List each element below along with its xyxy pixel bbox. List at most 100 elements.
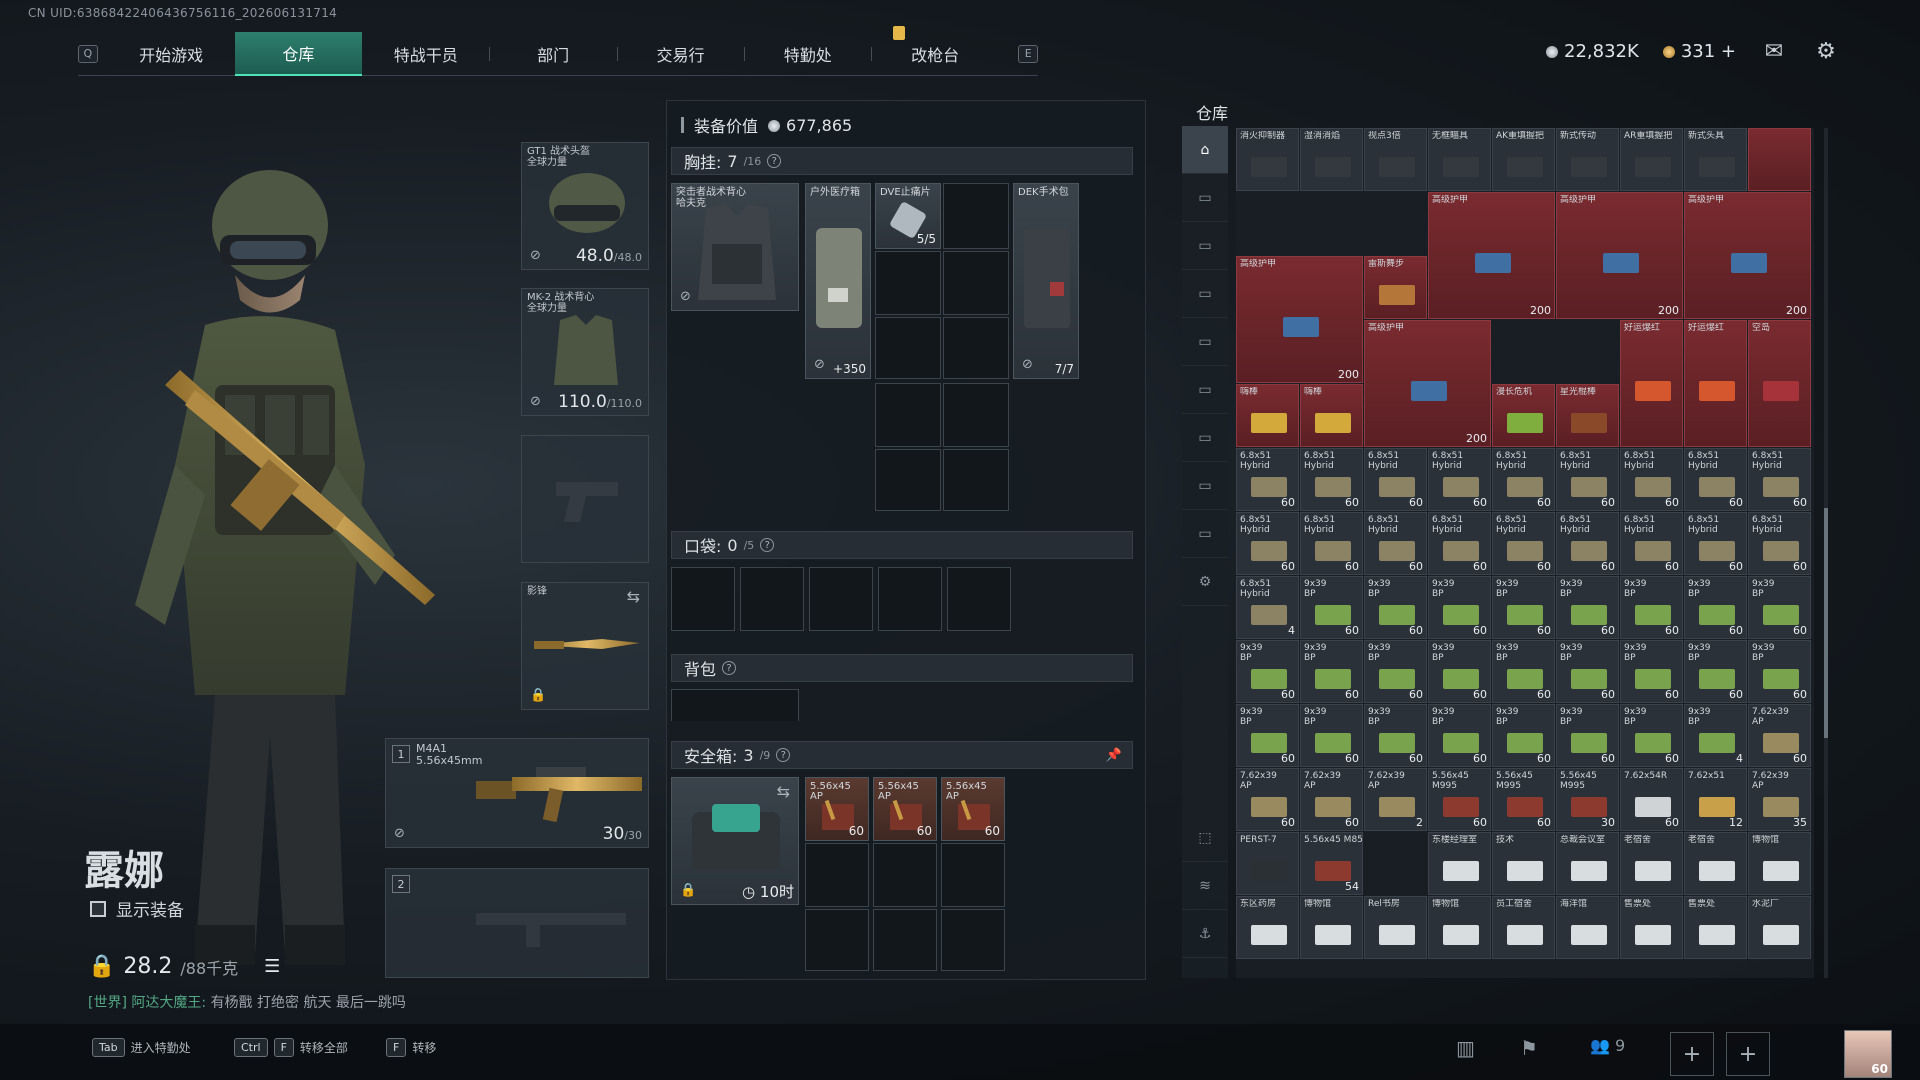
- warehouse-item[interactable]: 9x39 BP 60: [1492, 576, 1555, 639]
- medkit-item[interactable]: 户外医疗箱 ⊘ +350: [805, 183, 871, 379]
- warehouse-item[interactable]: AR重填握把: [1620, 128, 1683, 191]
- warehouse-tab-1[interactable]: ▭: [1182, 174, 1228, 222]
- warehouse-item[interactable]: 9x39 BP 60: [1556, 576, 1619, 639]
- warehouse-item[interactable]: 9x39 BP 60: [1300, 704, 1363, 767]
- tab-trading[interactable]: 交易行: [616, 32, 744, 76]
- hint-transfer[interactable]: F 转移: [386, 1038, 436, 1057]
- warehouse-item[interactable]: 视点3倍: [1364, 128, 1427, 191]
- chest-cell[interactable]: [943, 183, 1009, 249]
- warehouse-item[interactable]: 9x39 BP 60: [1556, 640, 1619, 703]
- ammo-item[interactable]: 5.56x45 AP 60: [941, 777, 1005, 841]
- warehouse-item[interactable]: 6.8x51 Hybrid 4: [1236, 576, 1299, 639]
- warehouse-item[interactable]: 6.8x51 Hybrid 60: [1364, 448, 1427, 511]
- helmet-slot[interactable]: GT1 战术头盔 全球力量 ⊘ 48.0/48.0: [521, 142, 649, 270]
- warehouse-tab-5[interactable]: ▭: [1182, 366, 1228, 414]
- help-icon[interactable]: ?: [776, 748, 791, 762]
- warehouse-item[interactable]: 新式头具: [1684, 128, 1747, 191]
- tab-department[interactable]: 部门: [489, 32, 616, 76]
- warehouse-item[interactable]: 老宿舍: [1620, 832, 1683, 895]
- warehouse-item[interactable]: 9x39 BP 60: [1620, 576, 1683, 639]
- pocket-cell[interactable]: [947, 567, 1011, 631]
- warehouse-item[interactable]: 9x39 BP 60: [1428, 704, 1491, 767]
- warehouse-item[interactable]: 7.62x39 AP 60: [1300, 768, 1363, 831]
- add-party-slot-1[interactable]: +: [1670, 1032, 1714, 1076]
- warehouse-item[interactable]: 6.8x51 Hybrid 60: [1428, 448, 1491, 511]
- chest-cell[interactable]: [943, 317, 1009, 379]
- warehouse-item[interactable]: 嗨棒: [1300, 384, 1363, 447]
- show-gear-toggle[interactable]: 显示装备: [90, 896, 184, 921]
- warehouse-item[interactable]: 9x39 BP 60: [1556, 704, 1619, 767]
- warehouse-item[interactable]: 5.56x45 M855A1 54: [1300, 832, 1363, 895]
- chest-cell[interactable]: [875, 317, 941, 379]
- warehouse-item[interactable]: 好运爆红: [1684, 320, 1747, 447]
- armor-slot[interactable]: MK-2 战术背心 全球力量 ⊘ 110.0/110.0: [521, 288, 649, 416]
- warehouse-item[interactable]: 博物馆: [1428, 896, 1491, 959]
- list-icon[interactable]: ☰: [264, 956, 280, 977]
- warehouse-item[interactable]: 高级护甲 200: [1236, 256, 1363, 383]
- warehouse-item[interactable]: 售票处: [1684, 896, 1747, 959]
- warehouse-item[interactable]: 老宿舍: [1684, 832, 1747, 895]
- warehouse-item[interactable]: 9x39 BP 60: [1684, 576, 1747, 639]
- warehouse-item[interactable]: 东区药房: [1236, 896, 1299, 959]
- chest-rig-item[interactable]: 突击者战术背心 哈夫克 ⊘: [671, 183, 799, 311]
- warehouse-item[interactable]: 6.8x51 Hybrid 60: [1620, 448, 1683, 511]
- warehouse-item[interactable]: 6.8x51 Hybrid 60: [1364, 512, 1427, 575]
- warehouse-item[interactable]: 星光棍棒: [1556, 384, 1619, 447]
- hint-enter-special-ops[interactable]: Tab 进入特勤处: [92, 1038, 191, 1057]
- warehouse-item[interactable]: AK重填握把: [1492, 128, 1555, 191]
- warehouse-item[interactable]: 9x39 BP 4: [1684, 704, 1747, 767]
- tab-gunsmith[interactable]: 改枪台: [871, 32, 998, 76]
- warehouse-item[interactable]: 9x39 BP 60: [1300, 576, 1363, 639]
- chest-cell[interactable]: [943, 251, 1009, 315]
- warehouse-item[interactable]: 漫长危机: [1492, 384, 1555, 447]
- warehouse-item[interactable]: 湿消消焰: [1300, 128, 1363, 191]
- warehouse-item[interactable]: 9x39 BP 60: [1428, 576, 1491, 639]
- warehouse-item[interactable]: 博物馆: [1300, 896, 1363, 959]
- warehouse-item[interactable]: 5.56x45 M995 30: [1556, 768, 1619, 831]
- pistol-slot[interactable]: [521, 435, 649, 563]
- backpack-slot[interactable]: [671, 689, 799, 721]
- warehouse-item[interactable]: 6.8x51 Hybrid 60: [1428, 512, 1491, 575]
- warehouse-item[interactable]: 6.8x51 Hybrid 60: [1684, 448, 1747, 511]
- warehouse-item[interactable]: 7.62x39 AP 35: [1748, 768, 1811, 831]
- warehouse-tab-4[interactable]: ▭: [1182, 318, 1228, 366]
- warehouse-item[interactable]: 总裁会议室: [1556, 832, 1619, 895]
- warehouse-item[interactable]: 6.8x51 Hybrid 60: [1620, 512, 1683, 575]
- warehouse-item[interactable]: 9x39 BP 60: [1428, 640, 1491, 703]
- warehouse-item[interactable]: 消火抑制器: [1236, 128, 1299, 191]
- pin-icon[interactable]: 📌: [1106, 748, 1122, 763]
- safe-cell[interactable]: [873, 843, 937, 907]
- swap-icon[interactable]: ⇆: [627, 587, 640, 606]
- warehouse-item[interactable]: 9x39 BP 60: [1364, 704, 1427, 767]
- warehouse-item[interactable]: 6.8x51 Hybrid 60: [1300, 512, 1363, 575]
- help-icon[interactable]: ?: [722, 661, 737, 675]
- pocket-cell[interactable]: [671, 567, 735, 631]
- tab-operators[interactable]: 特战干员: [362, 32, 489, 76]
- anchor-icon[interactable]: ⚓: [1182, 910, 1228, 958]
- warehouse-item[interactable]: 高级护甲 200: [1364, 320, 1491, 447]
- warehouse-item[interactable]: 高级护甲 200: [1684, 192, 1811, 319]
- warehouse-item[interactable]: 6.8x51 Hybrid 60: [1684, 512, 1747, 575]
- warehouse-item[interactable]: 5.56x45 M995 60: [1492, 768, 1555, 831]
- warehouse-item[interactable]: 9x39 BP 60: [1620, 640, 1683, 703]
- pocket-cell[interactable]: [878, 567, 942, 631]
- warehouse-item[interactable]: 9x39 BP 60: [1684, 640, 1747, 703]
- help-icon[interactable]: ?: [760, 538, 775, 552]
- warehouse-item[interactable]: 6.8x51 Hybrid 60: [1492, 448, 1555, 511]
- warehouse-settings-icon[interactable]: ⚙: [1182, 558, 1228, 606]
- surgery-kit-item[interactable]: DEK手术包 ⊘ 7/7: [1013, 183, 1079, 379]
- warehouse-item[interactable]: [1748, 128, 1811, 191]
- warehouse-scrollbar[interactable]: [1824, 128, 1828, 978]
- mail-icon[interactable]: ✉: [1760, 39, 1788, 64]
- layers-icon[interactable]: ≋: [1182, 862, 1228, 910]
- warehouse-tab-8[interactable]: ▭: [1182, 510, 1228, 558]
- warehouse-item[interactable]: 9x39 BP 60: [1364, 640, 1427, 703]
- warehouse-item[interactable]: 7.62x39 AP 60: [1236, 768, 1299, 831]
- warehouse-item[interactable]: 6.8x51 Hybrid 60: [1300, 448, 1363, 511]
- warehouse-item[interactable]: 技术: [1492, 832, 1555, 895]
- warehouse-item[interactable]: 5.56x45 M995 60: [1428, 768, 1491, 831]
- warehouse-item[interactable]: 博物馆: [1748, 832, 1811, 895]
- warehouse-item[interactable]: 6.8x51 Hybrid 60: [1556, 448, 1619, 511]
- player-avatar[interactable]: 60: [1844, 1030, 1892, 1078]
- flag-icon[interactable]: ⚑: [1520, 1036, 1538, 1060]
